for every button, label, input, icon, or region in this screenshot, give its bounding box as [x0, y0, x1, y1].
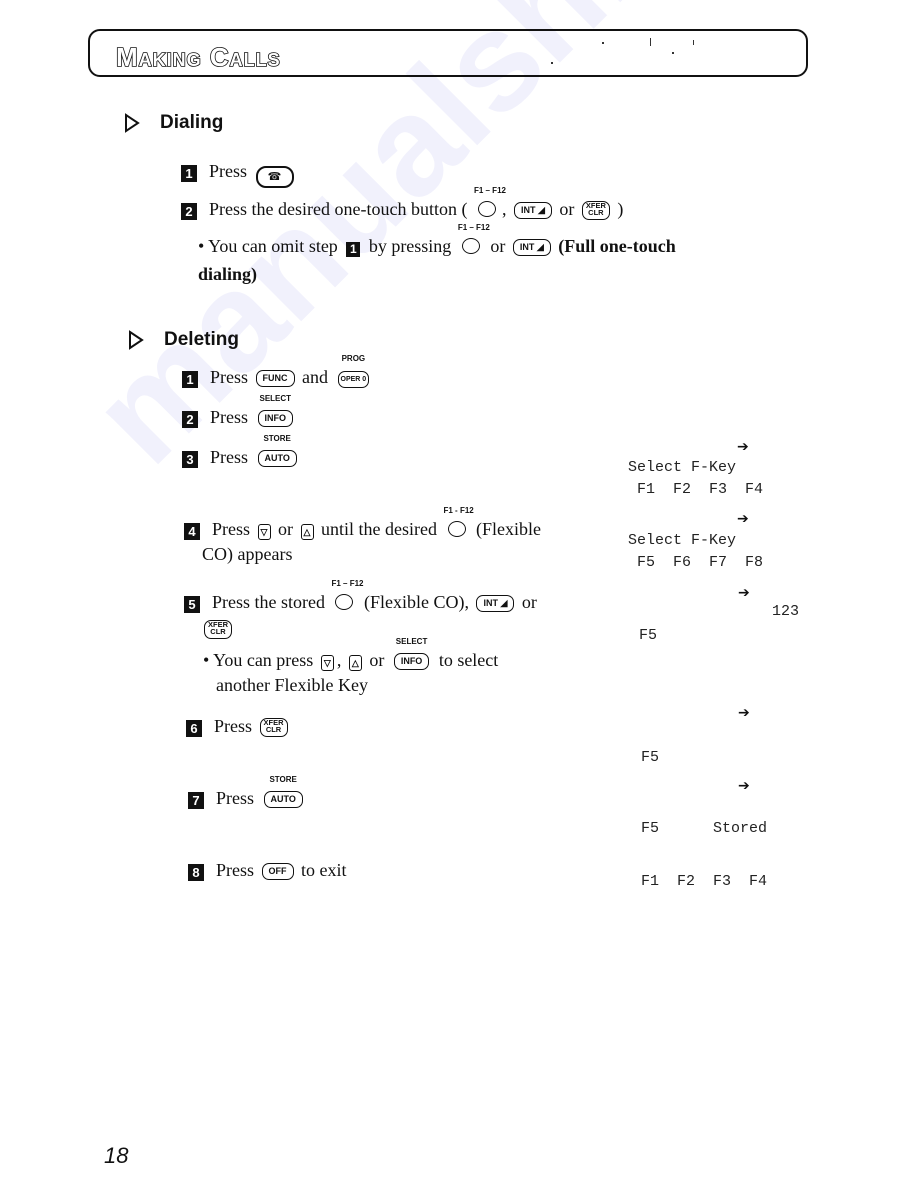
lcd-arrow-icon: ➔ [737, 511, 749, 527]
circle-key-icon [461, 238, 480, 254]
dialing-note-line2: dialing) [198, 264, 258, 284]
lcd-screen-4-line2: F5 [632, 749, 660, 766]
step-number: 3 [182, 451, 198, 468]
step-number: 2 [181, 203, 197, 220]
step-text: Press [209, 161, 248, 181]
flexible-co-key: F1 - F12 [444, 506, 474, 541]
deleting-step-5-note-line2: another Flexible Key [216, 675, 368, 695]
auto-key: STORE AUTO [255, 434, 300, 469]
lcd-screen-6-line2: F1 F2 F3 F4 [632, 873, 768, 890]
dialing-step-2: 2 Press the desired one-touch button ( F1… [181, 186, 623, 221]
scan-speck [693, 40, 694, 45]
off-key: OFF [261, 863, 294, 880]
step-number: 4 [184, 523, 200, 540]
triangle-bullet-icon [124, 113, 140, 138]
scan-speck [650, 38, 651, 46]
up-arrow-key-icon: △ [300, 524, 314, 540]
lcd-arrow-icon: ➔ [738, 585, 750, 601]
circle-key-icon [477, 201, 496, 217]
step-number: 8 [188, 864, 204, 881]
scan-speck [672, 52, 674, 54]
func-key: FUNC [255, 370, 295, 387]
step-ref-badge: 1 [346, 242, 361, 257]
deleting-step-2: 2 Press SELECT INFO [182, 394, 298, 429]
talk-key-icon: ☎ [255, 166, 294, 188]
dialing-note: • You can omit step 1 by pressing F1 – F… [198, 223, 676, 258]
lcd-arrow-icon: ➔ [737, 439, 749, 455]
lcd-screen-1-line2: F1 F2 F3 F4 [628, 481, 764, 498]
scan-speck [602, 42, 604, 44]
deleting-step-7: 7 Press STORE AUTO [188, 775, 308, 810]
circle-key-icon [447, 521, 466, 537]
xfer-clr-key: XFER CLR [204, 620, 233, 639]
step-number: 1 [181, 165, 197, 182]
step-text: Press the desired one-touch button ( [209, 199, 468, 219]
step-number: 6 [186, 720, 202, 737]
flexible-co-key: F1 – F12 [474, 186, 506, 221]
oper-0-key: PROG OPER 0 [335, 354, 373, 389]
int-key: INT ◢ [512, 239, 551, 256]
deleting-step-5-note: • You can press ▽, △ or SELECT INFO to se… [203, 637, 499, 672]
down-arrow-key-icon: ▽ [320, 655, 334, 671]
lcd-screen-3-line1: 123 [655, 603, 800, 620]
down-arrow-key-icon: ▽ [257, 524, 271, 540]
circle-key-icon [335, 594, 354, 610]
scan-speck [551, 62, 553, 64]
up-arrow-key-icon: △ [348, 655, 362, 671]
info-key: SELECT INFO [391, 637, 433, 672]
deleting-step-8: 8 Press OFF to exit [188, 858, 347, 882]
page-title: Making Calls [115, 41, 281, 73]
step-number: 1 [182, 371, 198, 388]
deleting-step-4: 4 Press ▽ or △ until the desired F1 - F12… [184, 506, 541, 541]
lcd-screen-2-line1: Select F-Key [628, 532, 737, 549]
page-number: 18 [104, 1143, 129, 1168]
step-number: 2 [182, 411, 198, 428]
deleting-step-1: 1 Press FUNC and PROG OPER 0 [182, 354, 374, 389]
lcd-arrow-icon: ➔ [738, 778, 750, 794]
xfer-clr-key: XFER CLR [259, 718, 288, 737]
deleting-step-6: 6 Press XFER CLR [186, 714, 291, 738]
deleting-step-5-line2: XFER CLR [201, 616, 235, 640]
flexible-co-key: F1 – F12 [331, 579, 364, 614]
int-key: INT ◢ [513, 202, 552, 219]
deleting-step-4-line2: CO) appears [202, 544, 293, 564]
auto-key: STORE AUTO [261, 775, 306, 810]
deleting-step-3: 3 Press STORE AUTO [182, 434, 302, 469]
step-number: 5 [184, 596, 200, 613]
lcd-screen-1-line1: Select F-Key [628, 459, 737, 476]
section-heading-dialing: Dialing [160, 112, 224, 133]
lcd-screen-2-line2: F5 F6 F7 F8 [628, 554, 764, 571]
triangle-bullet-icon [128, 330, 144, 355]
lcd-screen-5-line2: F5 Stored [632, 820, 768, 837]
xfer-clr-key: XFER CLR [581, 201, 610, 220]
info-key: SELECT INFO [255, 394, 297, 429]
deleting-step-5: 5 Press the stored F1 – F12 (Flexible CO)… [184, 579, 537, 614]
section-heading-deleting: Deleting [164, 329, 239, 350]
lcd-arrow-icon: ➔ [738, 705, 750, 721]
flexible-co-key: F1 – F12 [458, 223, 490, 258]
dialing-step-1: 1 Press ☎ [181, 159, 294, 188]
lcd-screen-3-line2: F5 [630, 627, 658, 644]
int-key: INT ◢ [476, 595, 515, 612]
step-number: 7 [188, 792, 204, 809]
